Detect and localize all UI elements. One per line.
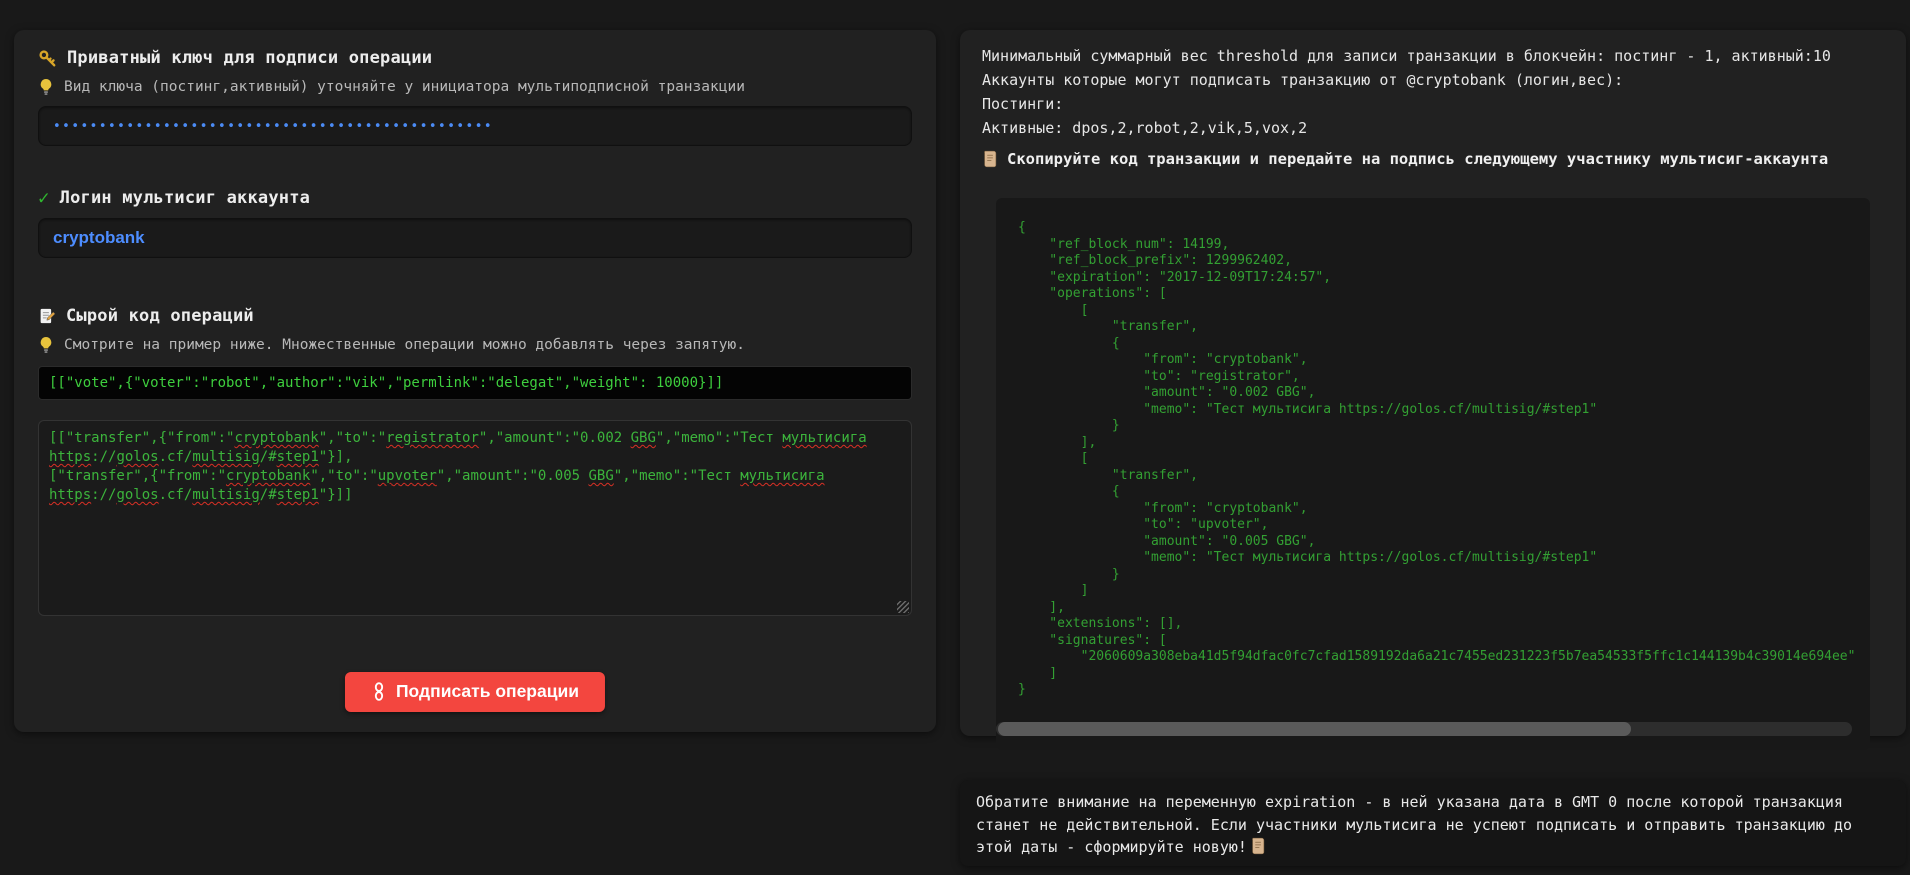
check-icon: ✓: [38, 189, 50, 208]
sign-operations-button[interactable]: Подписать операции: [345, 672, 605, 712]
key-icon: [38, 49, 57, 68]
lightbulb-icon: [38, 78, 54, 96]
raw-code-hint-row: Смотрите на пример ниже. Множественные о…: [38, 336, 745, 354]
raw-operations-textarea[interactable]: [["transfer",{"from":"cryptobank","to":"…: [38, 420, 912, 616]
chain-icon: [371, 682, 387, 701]
login-title-row: ✓ Логин мультисиг аккаунта: [38, 188, 310, 208]
info-line-accounts: Аккаунты которые могут подписать транзак…: [982, 68, 1831, 92]
expiration-note-text: Обратите внимание на переменную expirati…: [976, 793, 1852, 856]
raw-code-title: Сырой код операций: [66, 306, 254, 326]
scroll-icon: [1250, 837, 1265, 855]
transaction-card: Минимальный суммарный вес threshold для …: [960, 30, 1906, 736]
sign-form-card: Приватный ключ для подписи операции Вид …: [14, 30, 936, 732]
private-key-title-row: Приватный ключ для подписи операции: [38, 48, 432, 68]
copy-instruction: Скопируйте код транзакции и передайте на…: [1007, 150, 1828, 168]
expiration-note: Обратите внимание на переменную expirati…: [976, 791, 1890, 859]
expiration-note-card: Обратите внимание на переменную expirati…: [960, 780, 1906, 866]
lightbulb-icon: [38, 336, 54, 354]
multisig-login-input[interactable]: [38, 218, 912, 258]
login-title: Логин мультисиг аккаунта: [60, 188, 310, 208]
transaction-code-block: { "ref_block_num": 14199, "ref_block_pre…: [996, 198, 1870, 750]
sign-button-label: Подписать операции: [396, 681, 579, 702]
example-operation-input[interactable]: [38, 366, 912, 400]
horizontal-scrollbar-track[interactable]: [996, 722, 1852, 736]
raw-code-title-row: Сырой код операций: [38, 306, 254, 326]
private-key-input[interactable]: [38, 106, 912, 146]
info-line-actives: Активные: dpos,2,robot,2,vik,5,vox,2: [982, 116, 1831, 140]
scroll-icon: [982, 150, 997, 168]
horizontal-scrollbar-thumb[interactable]: [998, 722, 1631, 736]
private-key-hint: Вид ключа (постинг,активный) уточняйте у…: [64, 79, 745, 95]
info-line-threshold: Минимальный суммарный вес threshold для …: [982, 44, 1831, 68]
transaction-json: { "ref_block_num": 14199, "ref_block_pre…: [1018, 220, 1864, 698]
threshold-info: Минимальный суммарный вес threshold для …: [982, 44, 1831, 140]
private-key-hint-row: Вид ключа (постинг,активный) уточняйте у…: [38, 78, 745, 96]
copy-instruction-row: Скопируйте код транзакции и передайте на…: [982, 150, 1828, 168]
private-key-title: Приватный ключ для подписи операции: [67, 48, 432, 68]
memo-icon: [38, 307, 56, 325]
raw-code-hint: Смотрите на пример ниже. Множественные о…: [64, 337, 745, 353]
info-line-postings: Постинги:: [982, 92, 1831, 116]
